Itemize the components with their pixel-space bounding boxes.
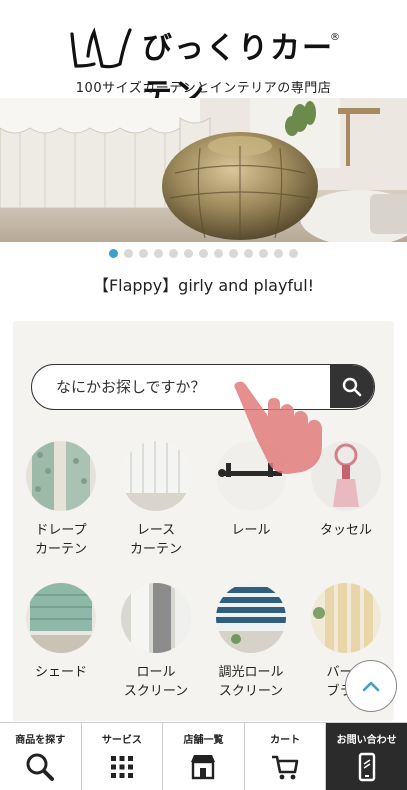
tap-hint-hand-icon — [228, 380, 332, 476]
category-label: 調光ロール スクリーン — [218, 665, 284, 699]
lace-curtain-photo — [121, 441, 191, 511]
carousel-dot[interactable] — [184, 249, 193, 258]
drape-curtain-photo — [26, 441, 96, 511]
nav-label: お問い合わせ — [336, 735, 397, 746]
site-header: びっくりカーテン ® 100サイズカーテンとインテリアの専門店 — [0, 0, 407, 112]
carousel-dot[interactable] — [259, 249, 268, 258]
category-label: レール — [231, 523, 271, 538]
back-to-top-button[interactable] — [345, 660, 397, 712]
search-button[interactable] — [330, 365, 374, 408]
search-icon — [342, 377, 362, 396]
nav-label: 店舗一覧 — [183, 735, 224, 746]
store-icon — [191, 755, 216, 780]
carousel-dot[interactable] — [109, 249, 118, 258]
nav-item-store-list[interactable]: 店舗一覧 — [163, 723, 245, 790]
cart-icon — [272, 755, 299, 780]
dimming-roll-screen-photo — [216, 583, 286, 653]
nav-item-search-products[interactable]: 商品を探す — [0, 723, 82, 790]
category-roll-screen[interactable]: ロール スクリーン — [111, 583, 201, 701]
carousel-dot[interactable] — [214, 249, 223, 258]
category-drape-curtain[interactable]: ドレープ カーテン — [16, 441, 106, 559]
nav-item-cart[interactable]: カート — [245, 723, 327, 790]
roll-screen-photo — [121, 583, 191, 653]
carousel-dot[interactable] — [229, 249, 238, 258]
hero-slide-image[interactable] — [0, 98, 407, 242]
registered-mark: ® — [330, 32, 340, 43]
slide-caption[interactable]: 【Flappy】girly and playful! — [0, 272, 407, 296]
carousel-dot[interactable] — [124, 249, 133, 258]
carousel-dot[interactable] — [244, 249, 253, 258]
category-label: シェード — [34, 665, 87, 680]
nav-label: カート — [270, 735, 301, 746]
vertical-blind-photo — [311, 583, 381, 653]
category-lace-curtain[interactable]: レース カーテン — [111, 441, 201, 559]
carousel-dot[interactable] — [169, 249, 178, 258]
grid-icon — [110, 756, 133, 778]
nav-item-contact[interactable]: お問い合わせ — [326, 723, 407, 790]
carousel-dot[interactable] — [139, 249, 148, 258]
logo-mark-icon — [70, 27, 132, 69]
shade-photo — [26, 583, 96, 653]
chevron-up-icon — [362, 681, 380, 692]
site-logo[interactable]: びっくりカーテン ® — [68, 24, 340, 112]
carousel-dot[interactable] — [274, 249, 283, 258]
carousel-dot[interactable] — [154, 249, 163, 258]
category-label: ロール スクリーン — [123, 665, 189, 699]
category-dimming-roll-screen[interactable]: 調光ロール スクリーン — [206, 583, 296, 701]
bottom-navigation: 商品を探す サービス 店舗一覧 カート お問い合わせ — [0, 722, 407, 790]
search-icon — [26, 753, 55, 781]
carousel-dot[interactable] — [199, 249, 208, 258]
category-shade[interactable]: シェード — [16, 583, 106, 682]
carousel-dot[interactable] — [289, 249, 298, 258]
search-category-panel: ドレープ カーテン レース カーテン — [13, 321, 394, 721]
category-label: タッセル — [319, 523, 372, 538]
nav-label: サービス — [101, 735, 142, 746]
phone-icon — [358, 752, 375, 782]
nav-item-services[interactable]: サービス — [82, 723, 164, 790]
site-tagline: 100サイズカーテンとインテリアの専門店 — [75, 81, 332, 96]
category-label: ドレープ カーテン — [34, 523, 87, 557]
category-label: レース カーテン — [129, 523, 182, 557]
nav-label: 商品を探す — [15, 735, 66, 746]
carousel-pagination — [0, 249, 407, 259]
